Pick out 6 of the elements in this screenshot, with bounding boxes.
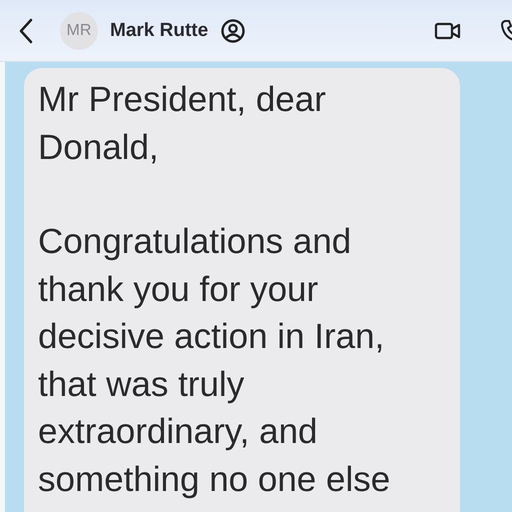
- group-icon[interactable]: [220, 18, 246, 42]
- back-icon[interactable]: [18, 18, 34, 44]
- message-text: Mr President, dear Donald,: [38, 79, 327, 168]
- video-call-icon[interactable]: [434, 20, 462, 40]
- message-text: Congratulations and thank you for your decisive action in Iran, that was truly extraordinary, and something no one else: [38, 221, 392, 500]
- contact-name[interactable]: Mark Rutte: [110, 20, 208, 42]
